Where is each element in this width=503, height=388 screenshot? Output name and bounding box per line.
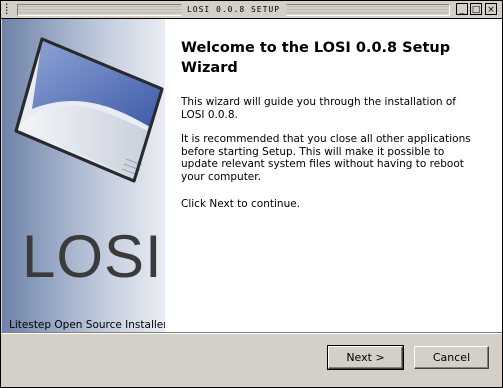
cancel-button[interactable]: Cancel — [414, 346, 489, 369]
maximize-button[interactable]: □ — [470, 3, 482, 15]
system-menu-icon[interactable]: :: — [4, 2, 14, 17]
title-bar-drag-area[interactable]: LOSI 0.0.8 SETUP — [17, 4, 450, 16]
installer-box-icon — [14, 37, 164, 183]
window-title: LOSI 0.0.8 SETUP — [180, 4, 287, 16]
close-button[interactable]: × — [485, 3, 497, 15]
minimize-button[interactable]: _ — [456, 3, 468, 15]
recommendation-paragraph: It is recommended that you close all oth… — [181, 133, 471, 183]
wizard-side-panel: LOSI Litestep Open Source Installer — [2, 19, 165, 332]
footer-separator — [1, 332, 502, 334]
next-button[interactable]: Next > — [327, 345, 404, 370]
installer-subtitle: Litestep Open Source Installer — [9, 319, 165, 331]
welcome-heading: Welcome to the LOSI 0.0.8 Setup Wizard — [181, 40, 451, 76]
setup-window: :: LOSI 0.0.8 SETUP _ □ × LOSI Litestep … — [0, 0, 503, 388]
intro-paragraph: This wizard will guide you through the i… — [181, 96, 456, 121]
continue-instruction: Click Next to continue. — [181, 198, 301, 210]
losi-logo-text: LOSI — [22, 223, 163, 290]
title-bar[interactable]: :: LOSI 0.0.8 SETUP _ □ × — [1, 1, 502, 19]
wizard-content: Welcome to the LOSI 0.0.8 Setup Wizard T… — [165, 19, 502, 332]
